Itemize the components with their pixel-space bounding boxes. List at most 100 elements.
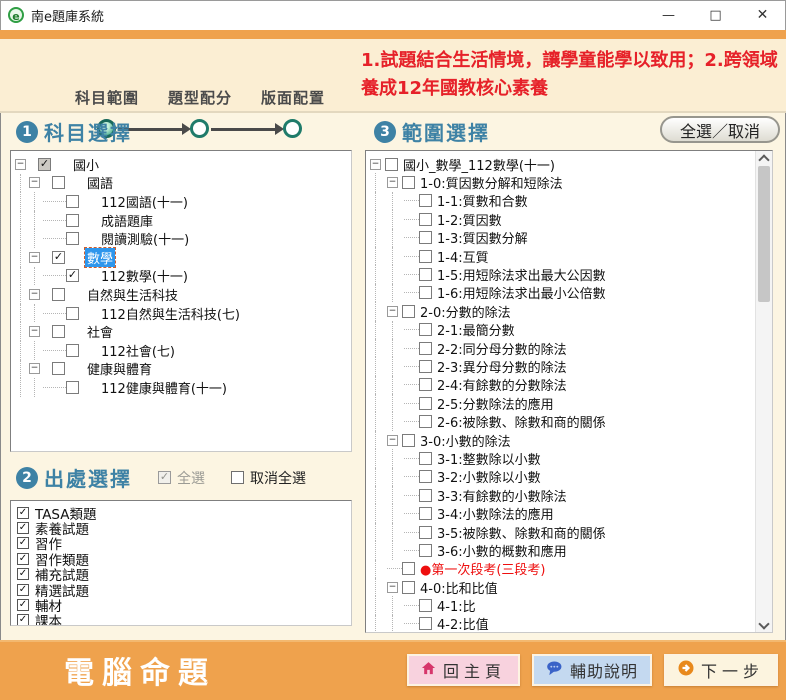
tree-node-label[interactable]: 1-1:質數和合數 [435, 191, 530, 210]
tree-row[interactable]: 2-5:分數除法的應用 [370, 394, 753, 412]
tree-node-label[interactable]: 成語題庫 [99, 211, 155, 230]
tree-checkbox[interactable] [419, 194, 432, 207]
tree-row[interactable]: 1-6:用短除法求出最小公倍數 [370, 284, 753, 302]
tree-checkbox[interactable] [66, 344, 79, 357]
tree-node-label[interactable]: 112自然與生活科技(七) [99, 304, 242, 323]
scroll-down-icon[interactable] [756, 618, 772, 632]
tree-node-label[interactable]: 3-6:小數的概數和應用 [435, 541, 569, 560]
tree-node-label[interactable]: 4-1:比 [435, 596, 478, 615]
scrollbar-thumb[interactable] [758, 166, 770, 302]
source-checkbox[interactable]: ✓ [17, 584, 29, 596]
tree-checkbox[interactable] [419, 470, 432, 483]
tree-checkbox[interactable] [419, 489, 432, 502]
tree-row[interactable]: ✓112數學(十一) [15, 267, 349, 286]
tree-node-label[interactable]: 2-3:異分母分數的除法 [435, 357, 569, 376]
tree-row[interactable]: 112社會(七) [15, 341, 349, 360]
tree-row[interactable]: 3-4:小數除法的應用 [370, 504, 753, 522]
tree-checkbox[interactable]: ✓ [52, 251, 65, 264]
tree-checkbox[interactable] [66, 232, 79, 245]
tree-checkbox[interactable] [419, 213, 432, 226]
tree-row[interactable]: 3-5:被除數、除數和商的關係 [370, 523, 753, 541]
select-all-checkbox[interactable]: ✓ [158, 471, 171, 484]
tree-row[interactable]: 1-3:質因數分解 [370, 229, 753, 247]
tree-node-label[interactable]: ●第一次段考(三段考) [418, 559, 548, 578]
tree-checkbox[interactable] [66, 381, 79, 394]
source-checkbox[interactable]: ✓ [17, 599, 29, 611]
tree-checkbox[interactable] [52, 176, 65, 189]
tree-expander-icon[interactable]: − [29, 252, 40, 263]
tree-node-label[interactable]: 閱讀測驗(十一) [99, 229, 191, 248]
next-step-button[interactable]: 下一步 [664, 654, 778, 686]
tree-node-label[interactable]: 4-2:比值 [435, 614, 491, 632]
wizard-step[interactable]: 版面配置 [248, 87, 338, 108]
tree-node-label[interactable]: 1-0:質因數分解和短除法 [418, 173, 565, 192]
maximize-button[interactable]: □ [692, 0, 739, 30]
tree-node-label[interactable]: 國語 [85, 173, 115, 192]
tree-node-label[interactable]: 1-2:質因數 [435, 210, 504, 229]
tree-row[interactable]: −4-0:比和比值 [370, 578, 753, 596]
tree-row[interactable]: −2-0:分數的除法 [370, 302, 753, 320]
tree-expander-icon[interactable]: − [15, 159, 26, 170]
tree-node-label[interactable]: 3-4:小數除法的應用 [435, 504, 556, 523]
tree-checkbox[interactable] [66, 307, 79, 320]
tree-row[interactable]: 2-2:同分母分數的除法 [370, 339, 753, 357]
tree-checkbox[interactable] [402, 305, 415, 318]
tree-node-label[interactable]: 國小 [71, 155, 101, 174]
tree-row[interactable]: 成語題庫 [15, 211, 349, 230]
tree-checkbox[interactable] [419, 544, 432, 557]
tree-checkbox[interactable] [402, 562, 415, 575]
scrollbar[interactable] [755, 151, 772, 632]
tree-expander-icon[interactable]: − [387, 177, 398, 188]
tree-node-label[interactable]: 2-1:最簡分數 [435, 320, 517, 339]
tree-row[interactable]: 3-1:整數除以小數 [370, 449, 753, 467]
tree-row[interactable]: 2-4:有餘數的分數除法 [370, 376, 753, 394]
tree-checkbox[interactable] [419, 415, 432, 428]
tree-node-label[interactable]: 2-2:同分母分數的除法 [435, 339, 569, 358]
tree-row[interactable]: −國小_數學_112數學(十一) [370, 155, 753, 173]
tree-expander-icon[interactable]: − [29, 326, 40, 337]
tree-row[interactable]: 2-3:異分母分數的除法 [370, 357, 753, 375]
tree-node-label[interactable]: 3-5:被除數、除數和商的關係 [435, 523, 608, 542]
tree-checkbox[interactable]: ✓ [38, 158, 51, 171]
tree-expander-icon[interactable]: − [29, 363, 40, 374]
source-checkbox[interactable]: ✓ [17, 537, 29, 549]
tree-checkbox[interactable] [52, 362, 65, 375]
tree-node-label[interactable]: 3-2:小數除以小數 [435, 467, 543, 486]
select-all-option[interactable]: ✓ 全選 [158, 468, 205, 488]
tree-row[interactable]: −自然與生活科技 [15, 285, 349, 304]
tree-checkbox[interactable] [419, 378, 432, 391]
tree-node-label[interactable]: 2-0:分數的除法 [418, 302, 513, 321]
tree-checkbox[interactable] [419, 452, 432, 465]
tree-checkbox[interactable] [419, 231, 432, 244]
tree-row[interactable]: 112自然與生活科技(七) [15, 304, 349, 323]
tree-checkbox[interactable] [419, 617, 432, 630]
tree-expander-icon[interactable]: − [387, 435, 398, 446]
tree-checkbox[interactable] [419, 323, 432, 336]
tree-checkbox[interactable] [419, 599, 432, 612]
tree-row[interactable]: 1-5:用短除法求出最大公因數 [370, 265, 753, 283]
tree-row[interactable]: 4-2:比值 [370, 615, 753, 632]
tree-node-label[interactable]: 1-5:用短除法求出最大公因數 [435, 265, 608, 284]
minimize-button[interactable]: — [645, 0, 692, 30]
tree-expander-icon[interactable]: − [387, 582, 398, 593]
tree-row[interactable]: − 1-0:質因數分解和短除法 [370, 173, 753, 191]
tree-checkbox[interactable] [385, 158, 398, 171]
tree-row[interactable]: −健康與體育 [15, 360, 349, 379]
tree-row[interactable]: −3-0:小數的除法 [370, 431, 753, 449]
tree-checkbox[interactable] [402, 434, 415, 447]
wizard-step[interactable]: 科目範圍 [62, 87, 152, 108]
tree-expander-icon[interactable]: − [370, 159, 381, 170]
tree-node-label[interactable]: 1-6:用短除法求出最小公倍數 [435, 283, 608, 302]
deselect-all-option[interactable]: 取消全選 [231, 468, 306, 488]
tree-checkbox[interactable] [52, 325, 65, 338]
list-item[interactable]: ✓精選試題 [15, 582, 347, 597]
tree-node-label[interactable]: 3-3:有餘數的小數除法 [435, 486, 569, 505]
tree-node-label[interactable]: 2-4:有餘數的分數除法 [435, 375, 569, 394]
tree-checkbox[interactable] [402, 581, 415, 594]
tree-checkbox[interactable] [419, 397, 432, 410]
list-item[interactable]: ✓素養試題 [15, 520, 347, 535]
home-button[interactable]: 回主頁 [407, 654, 520, 686]
tree-row[interactable]: ●第一次段考(三段考) [370, 560, 753, 578]
tree-checkbox[interactable] [419, 286, 432, 299]
tree-node-label[interactable]: 112國語(十一) [99, 192, 190, 211]
